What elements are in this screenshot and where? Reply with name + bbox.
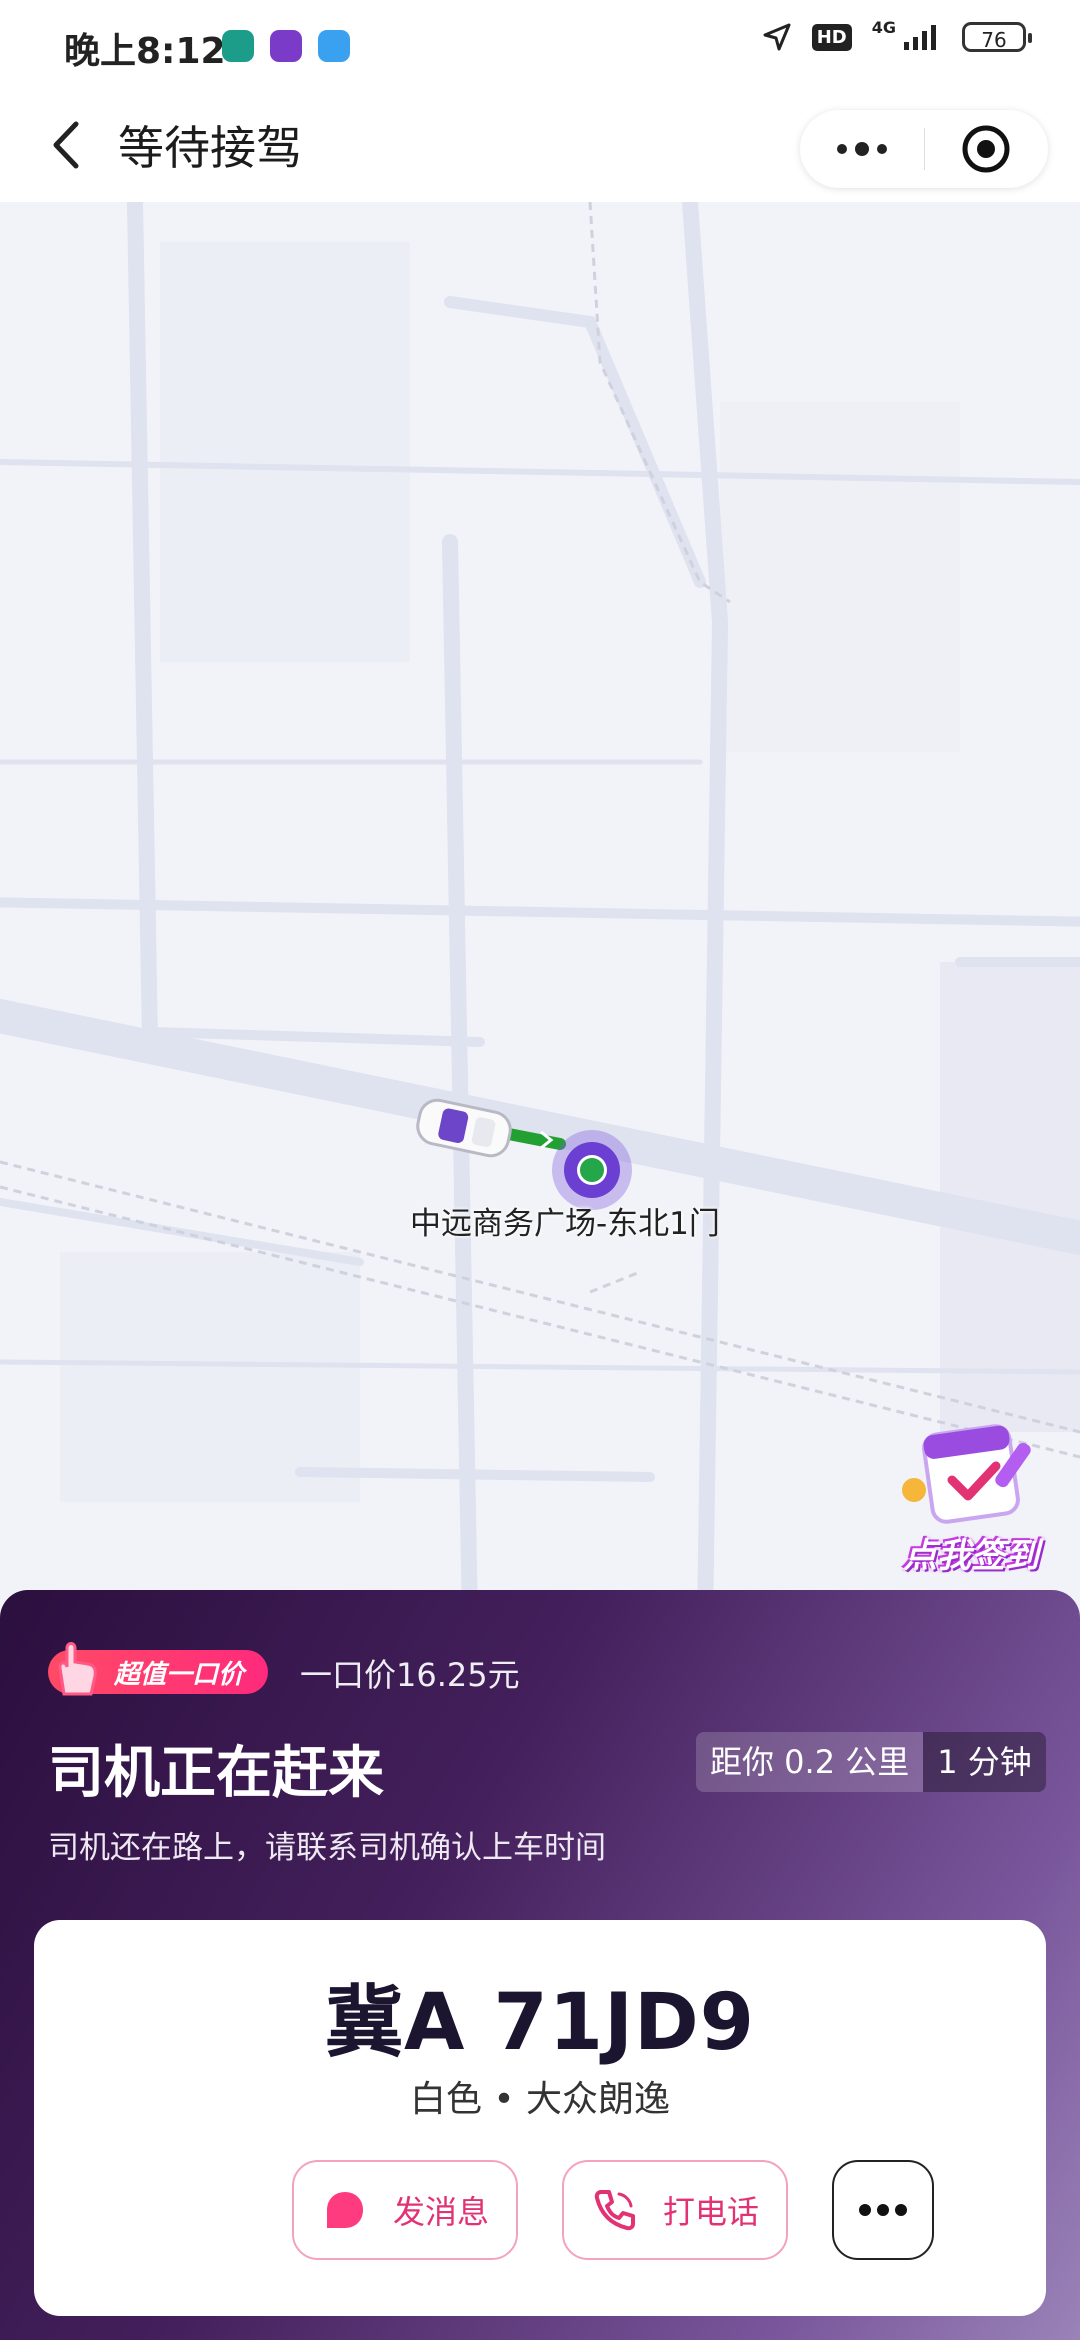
driver-distance: 距你 0.2 公里 bbox=[696, 1732, 924, 1792]
page-title: 等待接驾 bbox=[118, 121, 302, 175]
mini-program-capsule bbox=[800, 110, 1048, 188]
pickup-location-label: 中远商务广场-东北1门 bbox=[410, 1206, 720, 1242]
more-actions-button[interactable] bbox=[832, 2160, 934, 2260]
hd-icon: HD bbox=[811, 23, 852, 51]
hand-pointer-icon bbox=[58, 1642, 97, 1696]
trip-status-panel: 超值一口价 一口价16.25元 司机正在赶来 距你 0.2 公里 1 分钟 司机… bbox=[0, 1590, 1080, 2340]
vehicle-description: 白色 • 大众朗逸 bbox=[409, 2079, 671, 2120]
sign-in-promo-button[interactable]: 点我签到 bbox=[886, 1410, 1056, 1580]
map-view[interactable]: 中远商务广场-东北1门 点我签到 bbox=[0, 202, 1080, 1622]
navigation-header: 等待接驾 bbox=[0, 90, 1080, 202]
eta-info: 距你 0.2 公里 1 分钟 bbox=[696, 1732, 1046, 1792]
call-driver-button[interactable]: 打电话 bbox=[562, 2160, 788, 2260]
location-icon bbox=[763, 23, 791, 51]
license-plate: 冀A 71JD9 bbox=[324, 1978, 756, 2068]
app-notification-icon bbox=[222, 30, 254, 62]
close-mini-program-icon[interactable] bbox=[924, 110, 1048, 188]
send-message-button[interactable]: 发消息 bbox=[292, 2160, 518, 2260]
signal-icon bbox=[904, 25, 936, 50]
back-icon[interactable] bbox=[40, 114, 90, 176]
phone-icon bbox=[594, 2190, 635, 2231]
weather-notification-icon bbox=[318, 30, 350, 62]
app-notification-icon bbox=[270, 30, 302, 62]
price-badge-label: 超值一口价 bbox=[113, 1659, 244, 1690]
calendar-check-icon bbox=[902, 1424, 1031, 1524]
more-options-icon[interactable] bbox=[800, 110, 924, 188]
fixed-price-text: 一口价16.25元 bbox=[300, 1656, 520, 1694]
chat-bubble-icon bbox=[326, 2192, 363, 2228]
network-label: 4G bbox=[871, 17, 896, 37]
driver-eta: 1 分钟 bbox=[923, 1732, 1046, 1792]
sign-in-label: 点我签到 bbox=[903, 1536, 1039, 1576]
call-driver-label: 打电话 bbox=[662, 2193, 759, 2231]
map-roads bbox=[0, 202, 1080, 1622]
driver-status-subtitle: 司机还在路上，请联系司机确认上车时间 bbox=[48, 1830, 606, 1866]
vehicle-card: 冀A 71JD9 白色 • 大众朗逸 发消息 打电话 bbox=[34, 1920, 1046, 2316]
price-badge: 超值一口价 bbox=[48, 1642, 268, 1696]
status-bar: 晚上8:12 HD 4G 76 bbox=[0, 0, 1080, 90]
driver-status-title: 司机正在赶来 bbox=[48, 1741, 384, 1806]
send-message-label: 发消息 bbox=[392, 2193, 489, 2231]
battery-indicator: 76 bbox=[962, 22, 1032, 52]
status-time: 晚上8:12 bbox=[64, 31, 226, 72]
